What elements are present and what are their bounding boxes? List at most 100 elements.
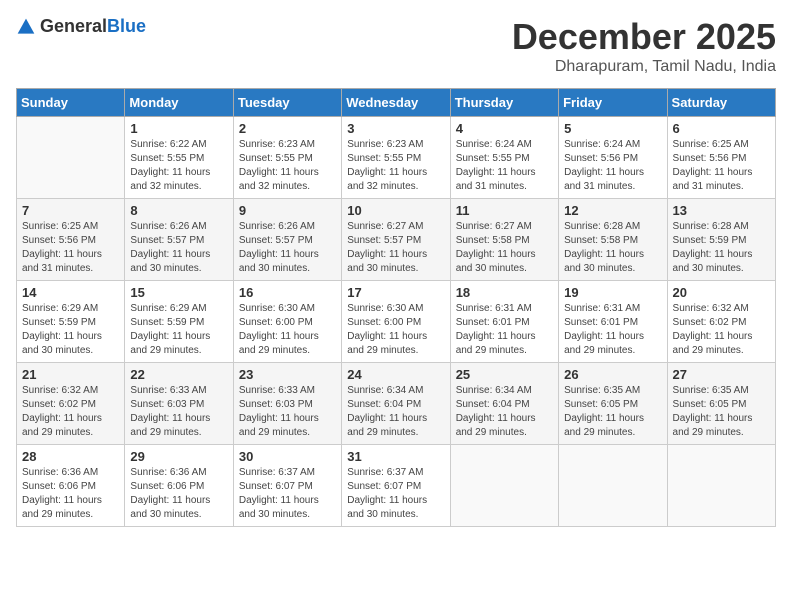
week-row-1: 1 Sunrise: 6:22 AM Sunset: 5:55 PM Daylig… <box>17 117 776 199</box>
day-number: 5 <box>564 121 661 136</box>
week-row-4: 21 Sunrise: 6:32 AM Sunset: 6:02 PM Dayli… <box>17 363 776 445</box>
day-info: Sunrise: 6:37 AM Sunset: 6:07 PM Dayligh… <box>347 466 444 522</box>
day-info: Sunrise: 6:23 AM Sunset: 5:55 PM Dayligh… <box>239 138 336 194</box>
day-number: 7 <box>22 203 119 218</box>
day-info: Sunrise: 6:31 AM Sunset: 6:01 PM Dayligh… <box>456 302 553 358</box>
day-number: 3 <box>347 121 444 136</box>
month-title: December 2025 <box>512 16 776 58</box>
day-number: 19 <box>564 285 661 300</box>
day-info: Sunrise: 6:22 AM Sunset: 5:55 PM Dayligh… <box>130 138 227 194</box>
day-number: 9 <box>239 203 336 218</box>
calendar-cell: 13Sunrise: 6:28 AM Sunset: 5:59 PM Dayli… <box>667 199 775 281</box>
day-info: Sunrise: 6:31 AM Sunset: 6:01 PM Dayligh… <box>564 302 661 358</box>
day-number: 12 <box>564 203 661 218</box>
day-info: Sunrise: 6:27 AM Sunset: 5:57 PM Dayligh… <box>347 220 444 276</box>
calendar-cell: 15 Sunrise: 6:29 AM Sunset: 5:59 PM Dayli… <box>125 281 233 363</box>
logo: GeneralBlue <box>16 16 146 37</box>
day-number: 8 <box>130 203 227 218</box>
day-number: 25 <box>456 367 553 382</box>
day-info: Sunrise: 6:30 AM Sunset: 6:00 PM Dayligh… <box>239 302 336 358</box>
day-info: Sunrise: 6:34 AM Sunset: 6:04 PM Dayligh… <box>347 384 444 440</box>
logo-text-blue: Blue <box>107 16 146 36</box>
day-info: Sunrise: 6:25 AM Sunset: 5:56 PM Dayligh… <box>22 220 119 276</box>
day-number: 20 <box>673 285 770 300</box>
day-number: 30 <box>239 449 336 464</box>
calendar-cell: 19 Sunrise: 6:31 AM Sunset: 6:01 PM Dayli… <box>559 281 667 363</box>
calendar-cell: 9 Sunrise: 6:26 AM Sunset: 5:57 PM Daylig… <box>233 199 341 281</box>
weekday-header-friday: Friday <box>559 89 667 117</box>
calendar-cell: 25Sunrise: 6:34 AM Sunset: 6:04 PM Dayli… <box>450 363 558 445</box>
calendar-cell: 7 Sunrise: 6:25 AM Sunset: 5:56 PM Daylig… <box>17 199 125 281</box>
calendar-cell: 1 Sunrise: 6:22 AM Sunset: 5:55 PM Daylig… <box>125 117 233 199</box>
day-info: Sunrise: 6:37 AM Sunset: 6:07 PM Dayligh… <box>239 466 336 522</box>
calendar-cell: 27Sunrise: 6:35 AM Sunset: 6:05 PM Dayli… <box>667 363 775 445</box>
day-info: Sunrise: 6:35 AM Sunset: 6:05 PM Dayligh… <box>564 384 661 440</box>
calendar-cell: 29 Sunrise: 6:36 AM Sunset: 6:06 PM Dayli… <box>125 445 233 527</box>
calendar-cell: 5Sunrise: 6:24 AM Sunset: 5:56 PM Daylig… <box>559 117 667 199</box>
calendar-cell: 20 Sunrise: 6:32 AM Sunset: 6:02 PM Dayli… <box>667 281 775 363</box>
calendar-cell: 17 Sunrise: 6:30 AM Sunset: 6:00 PM Dayli… <box>342 281 450 363</box>
day-number: 28 <box>22 449 119 464</box>
week-row-2: 7 Sunrise: 6:25 AM Sunset: 5:56 PM Daylig… <box>17 199 776 281</box>
calendar-cell: 8 Sunrise: 6:26 AM Sunset: 5:57 PM Daylig… <box>125 199 233 281</box>
logo-text-general: General <box>40 16 107 36</box>
day-number: 6 <box>673 121 770 136</box>
day-info: Sunrise: 6:26 AM Sunset: 5:57 PM Dayligh… <box>130 220 227 276</box>
day-number: 21 <box>22 367 119 382</box>
calendar-cell: 3 Sunrise: 6:23 AM Sunset: 5:55 PM Daylig… <box>342 117 450 199</box>
day-info: Sunrise: 6:36 AM Sunset: 6:06 PM Dayligh… <box>22 466 119 522</box>
weekday-header-saturday: Saturday <box>667 89 775 117</box>
day-number: 17 <box>347 285 444 300</box>
day-info: Sunrise: 6:33 AM Sunset: 6:03 PM Dayligh… <box>130 384 227 440</box>
calendar-cell: 4 Sunrise: 6:24 AM Sunset: 5:55 PM Daylig… <box>450 117 558 199</box>
logo-icon <box>16 17 36 37</box>
day-number: 27 <box>673 367 770 382</box>
day-info: Sunrise: 6:33 AM Sunset: 6:03 PM Dayligh… <box>239 384 336 440</box>
calendar-cell <box>667 445 775 527</box>
day-number: 31 <box>347 449 444 464</box>
calendar-cell: 18Sunrise: 6:31 AM Sunset: 6:01 PM Dayli… <box>450 281 558 363</box>
day-info: Sunrise: 6:24 AM Sunset: 5:55 PM Dayligh… <box>456 138 553 194</box>
day-number: 15 <box>130 285 227 300</box>
weekday-header-sunday: Sunday <box>17 89 125 117</box>
day-number: 1 <box>130 121 227 136</box>
calendar-cell: 28 Sunrise: 6:36 AM Sunset: 6:06 PM Dayli… <box>17 445 125 527</box>
calendar-cell: 11Sunrise: 6:27 AM Sunset: 5:58 PM Dayli… <box>450 199 558 281</box>
weekday-header-row: SundayMondayTuesdayWednesdayThursdayFrid… <box>17 89 776 117</box>
day-info: Sunrise: 6:36 AM Sunset: 6:06 PM Dayligh… <box>130 466 227 522</box>
day-info: Sunrise: 6:30 AM Sunset: 6:00 PM Dayligh… <box>347 302 444 358</box>
calendar-cell <box>559 445 667 527</box>
calendar-cell: 21 Sunrise: 6:32 AM Sunset: 6:02 PM Dayli… <box>17 363 125 445</box>
day-info: Sunrise: 6:29 AM Sunset: 5:59 PM Dayligh… <box>130 302 227 358</box>
day-number: 29 <box>130 449 227 464</box>
day-number: 16 <box>239 285 336 300</box>
calendar-cell: 14 Sunrise: 6:29 AM Sunset: 5:59 PM Dayli… <box>17 281 125 363</box>
day-info: Sunrise: 6:23 AM Sunset: 5:55 PM Dayligh… <box>347 138 444 194</box>
calendar-cell: 2 Sunrise: 6:23 AM Sunset: 5:55 PM Daylig… <box>233 117 341 199</box>
calendar-cell: 10 Sunrise: 6:27 AM Sunset: 5:57 PM Dayli… <box>342 199 450 281</box>
day-number: 10 <box>347 203 444 218</box>
day-info: Sunrise: 6:32 AM Sunset: 6:02 PM Dayligh… <box>673 302 770 358</box>
weekday-header-monday: Monday <box>125 89 233 117</box>
week-row-5: 28 Sunrise: 6:36 AM Sunset: 6:06 PM Dayli… <box>17 445 776 527</box>
calendar-cell: 23Sunrise: 6:33 AM Sunset: 6:03 PM Dayli… <box>233 363 341 445</box>
week-row-3: 14 Sunrise: 6:29 AM Sunset: 5:59 PM Dayli… <box>17 281 776 363</box>
day-number: 26 <box>564 367 661 382</box>
weekday-header-thursday: Thursday <box>450 89 558 117</box>
calendar-cell: 24Sunrise: 6:34 AM Sunset: 6:04 PM Dayli… <box>342 363 450 445</box>
day-number: 14 <box>22 285 119 300</box>
header: GeneralBlue December 2025 Dharapuram, Ta… <box>16 16 776 76</box>
day-number: 2 <box>239 121 336 136</box>
day-info: Sunrise: 6:25 AM Sunset: 5:56 PM Dayligh… <box>673 138 770 194</box>
day-info: Sunrise: 6:27 AM Sunset: 5:58 PM Dayligh… <box>456 220 553 276</box>
day-number: 22 <box>130 367 227 382</box>
day-info: Sunrise: 6:26 AM Sunset: 5:57 PM Dayligh… <box>239 220 336 276</box>
day-info: Sunrise: 6:32 AM Sunset: 6:02 PM Dayligh… <box>22 384 119 440</box>
weekday-header-wednesday: Wednesday <box>342 89 450 117</box>
weekday-header-tuesday: Tuesday <box>233 89 341 117</box>
day-info: Sunrise: 6:29 AM Sunset: 5:59 PM Dayligh… <box>22 302 119 358</box>
calendar-cell: 26 Sunrise: 6:35 AM Sunset: 6:05 PM Dayli… <box>559 363 667 445</box>
calendar-cell: 31 Sunrise: 6:37 AM Sunset: 6:07 PM Dayli… <box>342 445 450 527</box>
day-number: 13 <box>673 203 770 218</box>
day-number: 4 <box>456 121 553 136</box>
